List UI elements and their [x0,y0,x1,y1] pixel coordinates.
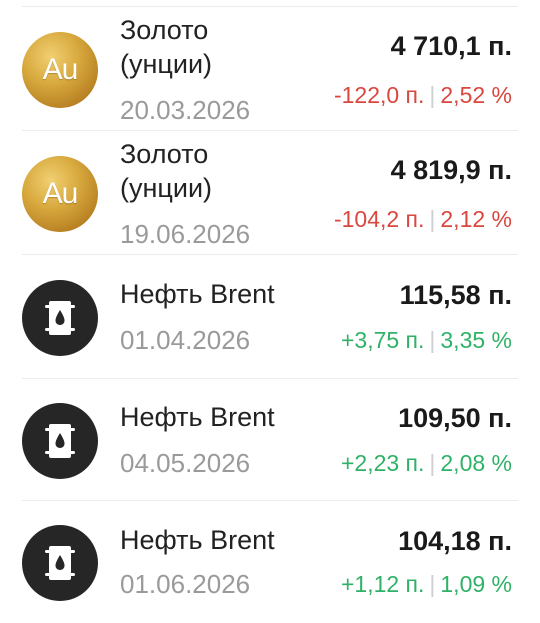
instrument-name: Золото (унции) [120,137,212,205]
instrument-name-line1: Золото [120,15,209,45]
change-separator: | [429,206,436,232]
change-separator: | [429,450,436,476]
list-item[interactable]: Нефть Brent 04.05.2026 109,50 п. +2,23 п… [0,379,540,501]
list-item[interactable]: Au Золото (унции) 19.06.2026 4 819,9 п. … [0,131,540,254]
oil-barrel-icon [22,525,98,601]
change-absolute: -122,0 п. [333,82,425,108]
oil-barrel-icon [22,280,98,356]
gold-au-icon-label: Au [42,177,79,210]
list-item[interactable]: Нефть Brent 01.06.2026 104,18 п. +1,12 п… [0,501,540,623]
change-absolute: +3,75 п. [340,327,425,353]
change-percent: 2,12 % [440,206,512,232]
oil-barrel-icon [22,403,98,479]
instrument-name: Нефть Brent [120,402,275,432]
oil-barrel-glyph [45,301,75,335]
change-percent: 2,08 % [440,450,512,476]
price-change: -104,2 п. | 2,12 % [334,205,512,233]
change-separator: | [429,327,436,353]
change-absolute: +2,23 п. [340,450,425,476]
expiry-date: 04.05.2026 [120,448,251,478]
expiry-date: 20.03.2026 [120,95,251,125]
instrument-name: Нефть Brent [120,279,275,309]
instrument-price: 4 710,1 п. [390,31,512,61]
instrument-price: 4 819,9 п. [390,155,512,185]
gold-au-icon: Au [22,32,98,108]
instrument-price: 104,18 п. [398,526,512,556]
oil-barrel-glyph [45,424,75,458]
instrument-price: 115,58 п. [399,280,512,310]
gold-au-icon-label: Au [42,53,79,86]
gold-au-icon: Au [22,156,98,232]
change-absolute: +1,12 п. [340,571,425,597]
change-percent: 1,09 % [440,571,512,597]
price-change: +3,75 п. | 3,35 % [341,326,512,354]
price-change: +1,12 п. | 1,09 % [341,570,512,598]
change-absolute: -104,2 п. [333,206,425,232]
instrument-name-line1: Золото [120,139,209,169]
instrument-price: 109,50 п. [398,403,512,433]
list-item[interactable]: Au Золото (унции) 20.03.2026 4 710,1 п. … [0,7,540,130]
instrument-name-line2: (унции) [120,49,213,79]
price-change: -122,0 п. | 2,52 % [334,81,512,109]
change-separator: | [429,571,436,597]
expiry-date: 19.06.2026 [120,219,251,249]
change-percent: 2,52 % [440,82,512,108]
expiry-date: 01.06.2026 [120,569,251,599]
instrument-name: Нефть Brent [120,525,275,555]
price-change: +2,23 п. | 2,08 % [341,449,512,477]
instrument-name: Золото (унции) [120,13,212,81]
oil-barrel-glyph [45,546,75,580]
list-item[interactable]: Нефть Brent 01.04.2026 115,58 п. +3,75 п… [0,255,540,378]
instrument-name-line2: (унции) [120,173,213,203]
change-percent: 3,35 % [440,327,512,353]
expiry-date: 01.04.2026 [120,325,251,355]
change-separator: | [429,82,436,108]
